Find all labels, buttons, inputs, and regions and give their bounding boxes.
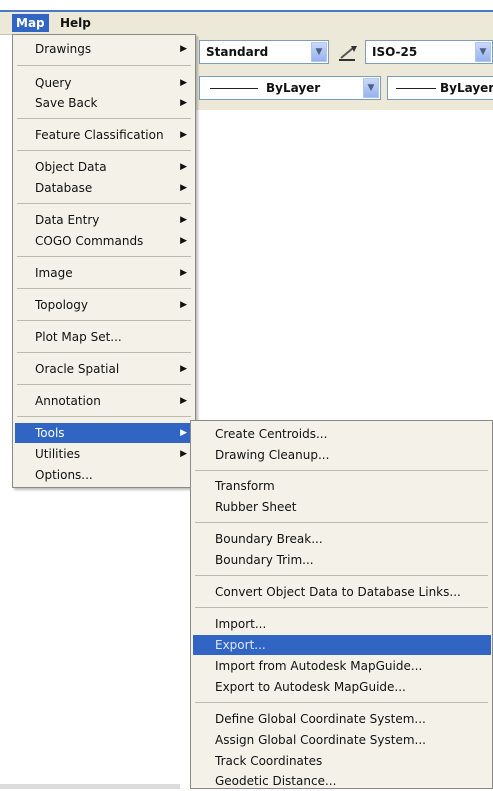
menu-separator xyxy=(17,416,191,417)
menu-separator xyxy=(195,470,488,471)
menu-separator xyxy=(195,607,488,608)
submenu-item-boundary-break[interactable]: Boundary Break... xyxy=(193,529,491,549)
menu-separator xyxy=(17,288,191,289)
triangle-right-icon: ▶ xyxy=(180,428,187,438)
menu-item-label: Object Data xyxy=(35,160,107,174)
menu-item-label: Options... xyxy=(35,468,93,482)
menu-separator xyxy=(17,150,191,151)
submenu-item-geodetic-distance[interactable]: Geodetic Distance... xyxy=(193,771,491,791)
window-top-edge xyxy=(0,0,493,10)
properties-toolbar: Standard ▼ ISO-25 ▼ ByLayer ▼ ByLayer xyxy=(195,34,493,110)
submenu-item-boundary-trim[interactable]: Boundary Trim... xyxy=(193,550,491,570)
menu-item-object-data[interactable]: Object Data ▶ xyxy=(15,157,193,177)
menu-separator xyxy=(17,203,191,204)
chevron-down-icon[interactable]: ▼ xyxy=(363,78,379,98)
menu-item-query[interactable]: Query ▶ xyxy=(15,73,193,93)
line-sample xyxy=(210,88,258,89)
submenu-item-convert-object-data[interactable]: Convert Object Data to Database Links... xyxy=(193,582,491,602)
menu-item-save-back[interactable]: Save Back ▶ xyxy=(15,93,193,113)
menu-bar: Map Help xyxy=(0,12,493,35)
linetype-value: ByLayer xyxy=(266,81,321,95)
dim-style-combo[interactable]: ISO-25 ▼ xyxy=(365,40,493,64)
submenu-item-define-gcs[interactable]: Define Global Coordinate System... xyxy=(193,709,491,729)
menu-separator xyxy=(17,352,191,353)
triangle-right-icon: ▶ xyxy=(180,98,187,108)
text-style-value: Standard xyxy=(206,45,269,59)
menu-item-drawings[interactable]: Drawings ▶ xyxy=(15,39,193,59)
menu-item-database[interactable]: Database ▶ xyxy=(15,178,193,198)
menu-item-label: COGO Commands xyxy=(35,234,144,248)
submenu-item-create-centroids[interactable]: Create Centroids... xyxy=(193,424,491,444)
menu-item-data-entry[interactable]: Data Entry ▶ xyxy=(15,210,193,230)
dim-style-value: ISO-25 xyxy=(372,45,418,59)
dimension-style-icon[interactable] xyxy=(337,44,359,64)
triangle-right-icon: ▶ xyxy=(180,78,187,88)
status-bar-fragment xyxy=(0,784,180,789)
menu-separator xyxy=(195,702,488,703)
tools-submenu: Create Centroids... Drawing Cleanup... T… xyxy=(190,420,493,789)
menu-item-annotation[interactable]: Annotation ▶ xyxy=(15,391,193,411)
menu-item-label: Data Entry xyxy=(35,213,100,227)
menu-item-label: Annotation xyxy=(35,394,101,408)
line-sample xyxy=(396,88,436,89)
menu-item-image[interactable]: Image ▶ xyxy=(15,263,193,283)
menu-separator xyxy=(17,384,191,385)
menu-map[interactable]: Map xyxy=(12,14,49,32)
submenu-item-import[interactable]: Import... xyxy=(193,614,491,634)
menu-item-label: Database xyxy=(35,181,93,195)
submenu-item-drawing-cleanup[interactable]: Drawing Cleanup... xyxy=(193,445,491,465)
lineweight-combo[interactable]: ByLayer xyxy=(387,76,493,100)
triangle-right-icon: ▶ xyxy=(180,44,187,54)
menu-item-label: Save Back xyxy=(35,96,98,110)
chevron-down-icon[interactable]: ▼ xyxy=(475,42,491,62)
triangle-right-icon: ▶ xyxy=(180,215,187,225)
menu-item-label: Feature Classification xyxy=(35,128,164,142)
submenu-item-import-mapguide[interactable]: Import from Autodesk MapGuide... xyxy=(193,656,491,676)
submenu-item-rubber-sheet[interactable]: Rubber Sheet xyxy=(193,497,491,517)
submenu-item-export[interactable]: Export... xyxy=(193,635,491,655)
menu-help[interactable]: Help xyxy=(56,14,95,32)
menu-item-label: Plot Map Set... xyxy=(35,330,122,344)
triangle-right-icon: ▶ xyxy=(180,268,187,278)
menu-item-label: Topology xyxy=(35,298,88,312)
text-style-combo[interactable]: Standard ▼ xyxy=(199,40,329,64)
menu-separator xyxy=(17,256,191,257)
menu-item-topology[interactable]: Topology ▶ xyxy=(15,295,193,315)
menu-item-tools[interactable]: Tools ▶ xyxy=(15,423,193,443)
triangle-right-icon: ▶ xyxy=(180,183,187,193)
menu-separator xyxy=(17,320,191,321)
menu-item-label: Oracle Spatial xyxy=(35,362,120,376)
triangle-right-icon: ▶ xyxy=(180,449,187,459)
triangle-right-icon: ▶ xyxy=(180,236,187,246)
triangle-right-icon: ▶ xyxy=(180,364,187,374)
triangle-right-icon: ▶ xyxy=(180,396,187,406)
linetype-combo[interactable]: ByLayer ▼ xyxy=(199,76,381,100)
menu-item-label: Query xyxy=(35,76,72,90)
menu-item-label: Tools xyxy=(35,426,65,440)
menu-item-feature-classification[interactable]: Feature Classification ▶ xyxy=(15,125,193,145)
menu-item-options[interactable]: Options... xyxy=(15,465,193,485)
menu-item-plot-map-set[interactable]: Plot Map Set... xyxy=(15,327,193,347)
submenu-item-track-coordinates[interactable]: Track Coordinates xyxy=(193,751,491,771)
triangle-right-icon: ▶ xyxy=(180,300,187,310)
submenu-item-export-mapguide[interactable]: Export to Autodesk MapGuide... xyxy=(193,677,491,697)
submenu-item-assign-gcs[interactable]: Assign Global Coordinate System... xyxy=(193,730,491,750)
menu-item-cogo-commands[interactable]: COGO Commands ▶ xyxy=(15,231,193,251)
map-menu: Drawings ▶ Query ▶ Save Back ▶ Feature Clas… xyxy=(12,34,196,488)
triangle-right-icon: ▶ xyxy=(180,130,187,140)
menu-item-label: Utilities xyxy=(35,447,81,461)
lineweight-value: ByLayer xyxy=(440,81,493,95)
menu-separator xyxy=(17,65,191,66)
submenu-item-transform[interactable]: Transform xyxy=(193,476,491,496)
menu-separator xyxy=(195,575,488,576)
triangle-right-icon: ▶ xyxy=(180,162,187,172)
menu-separator xyxy=(195,522,488,523)
menu-item-label: Image xyxy=(35,266,73,280)
menu-item-oracle-spatial[interactable]: Oracle Spatial ▶ xyxy=(15,359,193,379)
menu-item-label: Drawings xyxy=(35,42,92,56)
menu-separator xyxy=(17,118,191,119)
menu-item-utilities[interactable]: Utilities ▶ xyxy=(15,444,193,464)
chevron-down-icon[interactable]: ▼ xyxy=(311,42,327,62)
